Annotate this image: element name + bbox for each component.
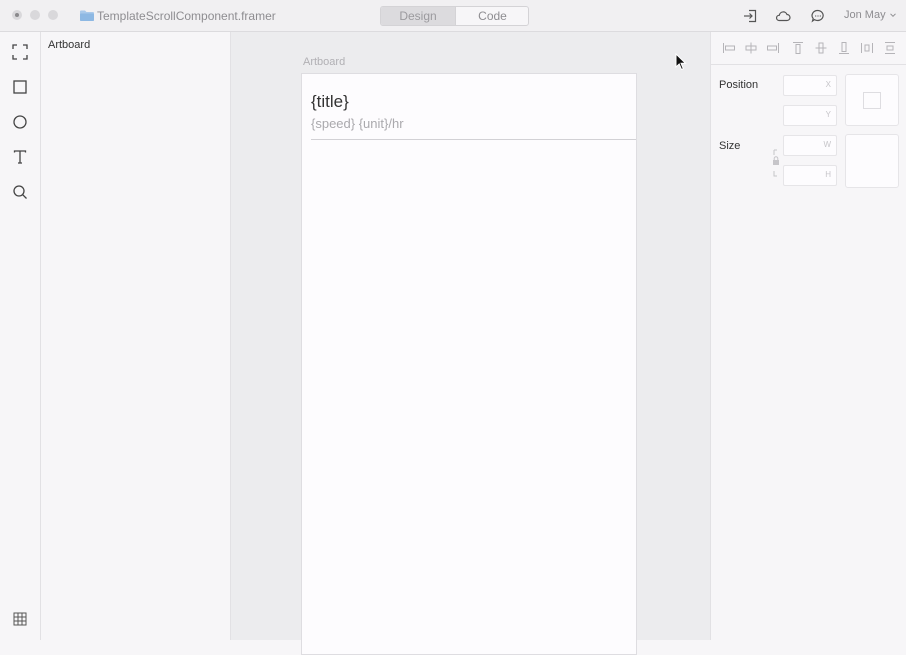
tab-code[interactable]: Code (455, 7, 528, 25)
card-subtitle: {speed} {unit}/hr (311, 116, 404, 131)
x-field[interactable]: X (783, 75, 837, 96)
width-field[interactable]: W (783, 135, 837, 156)
grid-icon[interactable] (13, 612, 27, 626)
window-minimize-button[interactable] (30, 10, 40, 20)
y-field[interactable]: Y (783, 105, 837, 126)
distribute-v-icon[interactable] (883, 41, 897, 55)
cloud-icon[interactable] (775, 8, 791, 24)
window-zoom-button[interactable] (48, 10, 58, 20)
layers-panel: Artboard (41, 32, 231, 640)
position-label: Position (719, 79, 759, 91)
user-name[interactable]: Jon May (844, 9, 886, 21)
size-preview (845, 134, 899, 188)
divider (311, 139, 636, 140)
login-icon[interactable] (742, 8, 758, 24)
x-field-label: X (825, 80, 831, 89)
card-title: {title} (311, 92, 349, 111)
align-top-icon[interactable] (791, 41, 805, 55)
y-field-label: Y (825, 110, 831, 119)
mouse-cursor-icon (675, 53, 687, 71)
document-title: TemplateScrollComponent.framer (97, 9, 276, 23)
layer-item-artboard[interactable]: Artboard (48, 39, 90, 51)
title-bar: TemplateScrollComponent.framer Design Co… (0, 0, 906, 32)
rectangle-tool-icon[interactable] (12, 79, 28, 95)
oval-tool-icon[interactable] (12, 114, 28, 130)
canvas[interactable]: Artboard {title} {speed} {unit}/hr (231, 32, 710, 655)
text-tool-icon[interactable] (12, 149, 28, 165)
align-left-icon[interactable] (722, 41, 736, 55)
lock-icon[interactable] (772, 149, 780, 189)
size-label: Size (719, 140, 741, 152)
distribute-h-icon[interactable] (860, 41, 874, 55)
h-field-label: H (825, 170, 831, 179)
frame-tool-icon[interactable] (12, 44, 28, 60)
properties-panel: Position X Y Size W H (710, 32, 906, 640)
artboard-label[interactable]: Artboard (303, 56, 345, 68)
tool-bar (0, 32, 41, 640)
folder-icon (80, 10, 94, 21)
zoom-tool-icon[interactable] (12, 184, 28, 200)
align-bottom-icon[interactable] (837, 41, 851, 55)
tab-design[interactable]: Design (381, 7, 455, 25)
align-center-h-icon[interactable] (744, 41, 758, 55)
position-preview (845, 74, 899, 126)
mode-switch[interactable]: Design Code (380, 6, 529, 26)
w-field-label: W (823, 140, 831, 149)
artboard[interactable]: {title} {speed} {unit}/hr (301, 73, 637, 655)
alignment-toolbar (711, 32, 906, 65)
align-right-icon[interactable] (766, 41, 780, 55)
window-close-button[interactable] (12, 10, 22, 20)
chat-icon[interactable] (810, 8, 826, 24)
height-field[interactable]: H (783, 165, 837, 186)
align-center-v-icon[interactable] (814, 41, 828, 55)
chevron-down-icon[interactable] (889, 11, 897, 19)
